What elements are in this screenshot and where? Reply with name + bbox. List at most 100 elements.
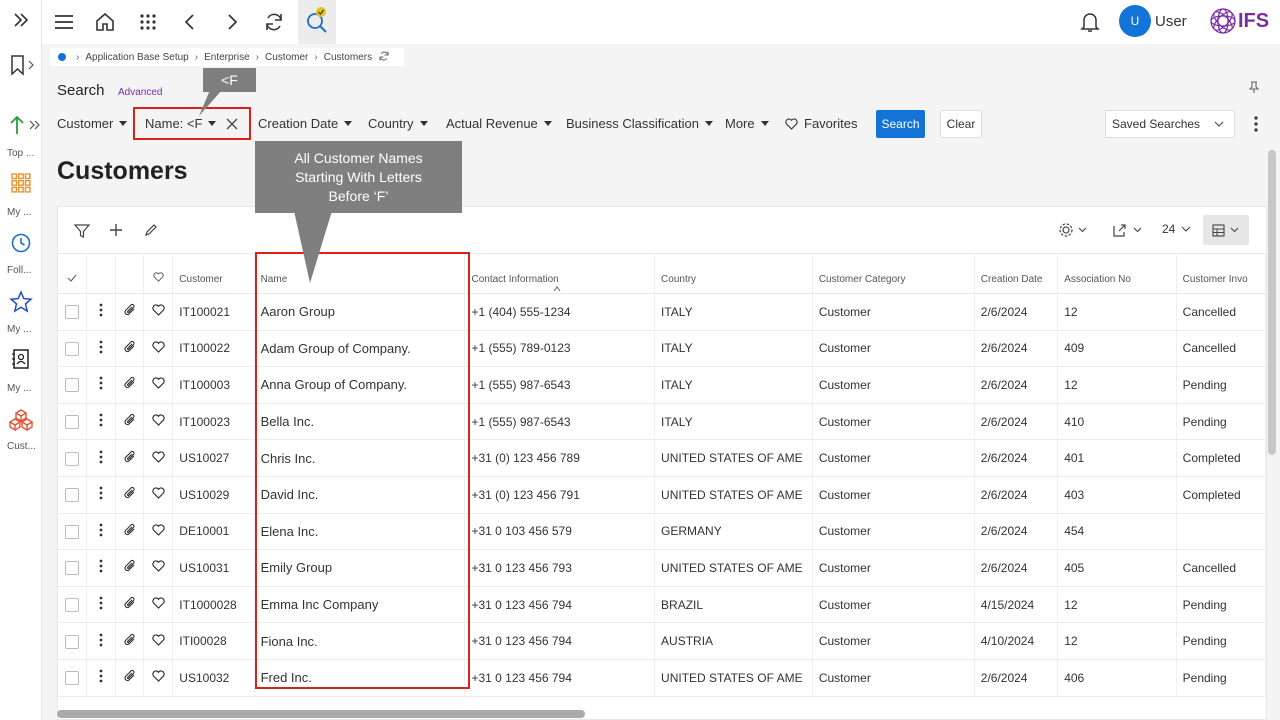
clear-button[interactable]: Clear xyxy=(940,110,982,138)
column-header[interactable]: Association No xyxy=(1057,253,1177,294)
star-icon[interactable] xyxy=(0,290,42,319)
refresh-icon[interactable] xyxy=(262,10,286,34)
row-actions-menu[interactable] xyxy=(86,403,116,441)
table-row[interactable]: US10029 David Inc. +31 (0) 123 456 791 UNIT… xyxy=(58,476,1266,514)
row-favorite[interactable] xyxy=(143,439,174,477)
grid-icon[interactable] xyxy=(0,172,42,199)
breadcrumb-refresh-icon[interactable] xyxy=(378,50,390,65)
row-favorite[interactable] xyxy=(143,549,174,587)
row-checkbox[interactable] xyxy=(58,622,88,660)
cell-country[interactable]: ITALY xyxy=(654,366,813,404)
row-actions-menu[interactable] xyxy=(86,622,116,660)
row-attachment[interactable] xyxy=(115,549,145,587)
table-row[interactable]: US10032 Fred Inc. +31 0 123 456 794 UNITED … xyxy=(58,659,1266,697)
breadcrumb-item[interactable]: Enterprise xyxy=(204,52,250,63)
cubes-icon[interactable] xyxy=(0,408,42,437)
filter-icon[interactable] xyxy=(73,223,91,244)
column-header[interactable]: Customer Invo xyxy=(1176,253,1266,294)
row-checkbox[interactable] xyxy=(58,293,88,331)
hamburger-menu-icon[interactable] xyxy=(52,10,76,34)
add-icon[interactable] xyxy=(109,223,123,242)
cell-country[interactable]: UNITED STATES OF AME xyxy=(654,476,813,514)
row-favorite[interactable] xyxy=(143,293,174,331)
row-attachment[interactable] xyxy=(115,439,145,477)
horizontal-scrollbar[interactable] xyxy=(57,710,585,718)
filter-panel-toggle-icon[interactable] xyxy=(33,118,41,136)
cell-country[interactable]: GERMANY xyxy=(654,513,813,551)
row-checkbox[interactable] xyxy=(58,403,88,441)
filter-customer[interactable]: Customer xyxy=(57,116,128,131)
saved-searches-select[interactable]: Saved Searches xyxy=(1105,110,1235,138)
row-favorite[interactable] xyxy=(143,366,174,404)
edit-pencil-icon[interactable] xyxy=(144,223,158,242)
table-row[interactable]: IT1000028 Emma Inc Company +31 0 123 456 7… xyxy=(58,586,1266,624)
select-all-header[interactable] xyxy=(58,253,88,294)
settings-gear-icon[interactable] xyxy=(1058,222,1088,243)
cell-country[interactable]: UNITED STATES OF AME xyxy=(654,549,813,587)
row-attachment[interactable] xyxy=(115,293,145,331)
column-header[interactable]: Customer xyxy=(172,253,255,294)
row-attachment[interactable] xyxy=(115,476,145,514)
more-options-icon[interactable] xyxy=(1253,115,1259,138)
breadcrumb-item[interactable]: Application Base Setup xyxy=(85,52,188,63)
row-checkbox[interactable] xyxy=(58,549,88,587)
row-actions-menu[interactable] xyxy=(86,476,116,514)
advanced-search-link[interactable]: Advanced xyxy=(118,87,162,98)
table-row[interactable]: IT100003 Anna Group of Company. +1 (555) 9… xyxy=(58,366,1266,404)
cell-country[interactable]: UNITED STATES OF AME xyxy=(654,659,813,697)
row-attachment[interactable] xyxy=(115,586,145,624)
filter-country[interactable]: Country xyxy=(368,116,428,131)
forward-icon[interactable] xyxy=(220,10,244,34)
row-actions-menu[interactable] xyxy=(86,439,116,477)
column-header[interactable]: Contact Information xyxy=(464,253,656,294)
page-size-select[interactable]: 24 xyxy=(1162,222,1191,236)
bookmark-icon[interactable] xyxy=(0,53,42,82)
row-attachment[interactable] xyxy=(115,513,145,551)
row-favorite[interactable] xyxy=(143,659,174,697)
history-icon[interactable] xyxy=(0,232,42,259)
cell-country[interactable]: ITALY xyxy=(654,330,813,368)
row-attachment[interactable] xyxy=(115,403,145,441)
row-favorite[interactable] xyxy=(143,513,174,551)
row-checkbox[interactable] xyxy=(58,439,88,477)
filter-actual-revenue[interactable]: Actual Revenue xyxy=(446,116,552,131)
table-row[interactable]: IT100022 Adam Group of Company. +1 (555) 7… xyxy=(58,330,1266,368)
row-checkbox[interactable] xyxy=(58,366,88,404)
row-favorite[interactable] xyxy=(143,586,174,624)
table-row[interactable]: ITI00028 Fiona Inc. +31 0 123 456 794 AUSTR… xyxy=(58,622,1266,660)
breadcrumb-item[interactable]: Customers xyxy=(324,52,372,63)
row-attachment[interactable] xyxy=(115,330,145,368)
row-checkbox[interactable] xyxy=(58,513,88,551)
breadcrumb-item[interactable]: Customer xyxy=(265,52,308,63)
apps-grid-icon[interactable] xyxy=(136,10,160,34)
notification-bell-icon[interactable] xyxy=(1078,10,1102,34)
row-actions-menu[interactable] xyxy=(86,549,116,587)
row-actions-menu[interactable] xyxy=(86,586,116,624)
row-favorite[interactable] xyxy=(143,330,174,368)
table-row[interactable]: DE10001 Elena Inc. +31 0 103 456 579 GERMAN… xyxy=(58,513,1266,551)
row-actions-menu[interactable] xyxy=(86,330,116,368)
row-checkbox[interactable] xyxy=(58,659,88,697)
home-icon[interactable] xyxy=(93,10,117,34)
contacts-icon[interactable] xyxy=(0,348,42,375)
row-actions-menu[interactable] xyxy=(86,293,116,331)
cell-country[interactable]: AUSTRIA xyxy=(654,622,813,660)
row-actions-menu[interactable] xyxy=(86,366,116,404)
row-attachment[interactable] xyxy=(115,659,145,697)
avatar[interactable]: U xyxy=(1119,5,1151,37)
table-row[interactable]: IT100021 Aaron Group +1 (404) 555-1234 ITAL… xyxy=(58,293,1266,331)
vertical-scrollbar[interactable] xyxy=(1268,150,1276,455)
column-header[interactable]: Country xyxy=(654,253,813,294)
expand-rail-icon[interactable] xyxy=(0,10,42,35)
row-favorite[interactable] xyxy=(143,403,174,441)
user-name[interactable]: User xyxy=(1155,13,1187,30)
filter-more[interactable]: More xyxy=(725,116,769,131)
table-row[interactable]: US10031 Emily Group +31 0 123 456 793 UNITE… xyxy=(58,549,1266,587)
row-favorite[interactable] xyxy=(143,476,174,514)
column-header[interactable]: Creation Date xyxy=(974,253,1059,294)
view-mode-table-button[interactable] xyxy=(1203,215,1249,245)
row-checkbox[interactable] xyxy=(58,476,88,514)
column-header[interactable]: Customer Category xyxy=(812,253,975,294)
row-checkbox[interactable] xyxy=(58,586,88,624)
row-attachment[interactable] xyxy=(115,622,145,660)
